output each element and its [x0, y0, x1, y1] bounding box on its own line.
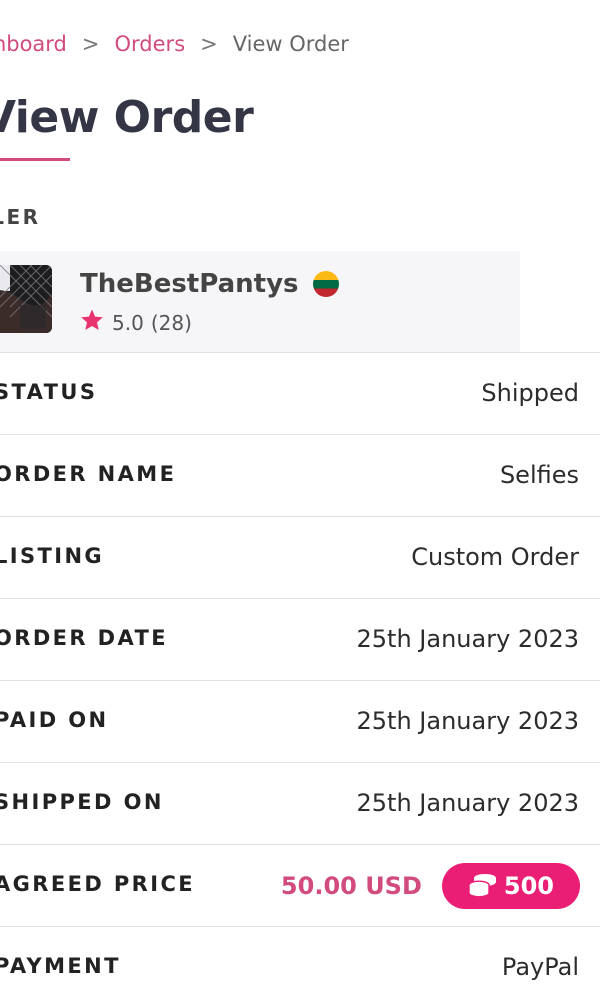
status-label: STATUS [0, 380, 98, 404]
star-icon [80, 309, 104, 337]
page-title: View Order [0, 92, 254, 143]
breadcrumb-separator: > [81, 32, 100, 56]
breadcrumb-separator: > [200, 32, 218, 56]
order-date-label: ORDER DATE [0, 626, 169, 650]
detail-row-payment: PAYMENT PayPal [0, 926, 600, 997]
payment-label: PAYMENT [0, 954, 121, 978]
price-usd: 50.00 USD [280, 872, 422, 900]
status-value: Shipped [481, 379, 579, 407]
shipped-on-value: 25th January 2023 [356, 789, 579, 817]
order-date-value: 25th January 2023 [356, 625, 579, 653]
detail-row-listing: LISTING Custom Order [0, 516, 600, 598]
detail-row-order-name: ORDER NAME Selfies [0, 434, 600, 516]
seller-name-row: TheBestPantys [80, 269, 339, 299]
breadcrumb-dashboard-link[interactable]: shboard [0, 32, 67, 56]
seller-rating: 5.0 (28) [80, 309, 192, 337]
breadcrumb-orders-link[interactable]: Orders [115, 32, 186, 56]
order-details: STATUS Shipped ORDER NAME Selfies LISTIN… [0, 352, 600, 997]
title-underline [0, 158, 70, 161]
rating-count: (28) [150, 311, 192, 335]
payment-value: PayPal [501, 953, 579, 981]
order-name-label: ORDER NAME [0, 462, 177, 486]
rating-value: 5.0 [112, 311, 144, 335]
breadcrumb-current: View Order [232, 32, 349, 56]
agreed-price-label: AGREED PRICE [0, 872, 196, 896]
paid-on-label: PAID ON [0, 708, 109, 732]
detail-row-agreed-price: AGREED PRICE 50.00 USD 500 [0, 844, 600, 926]
detail-row-paid-on: PAID ON 25th January 2023 [0, 680, 600, 762]
avatar-photo [0, 265, 52, 333]
listing-label: LISTING [0, 544, 105, 568]
seller-avatar[interactable] [0, 265, 52, 333]
coin-amount: 500 [503, 872, 554, 900]
view-order-page: shboard > Orders > View Order View Order… [0, 0, 600, 997]
shipped-on-label: SHIPPED ON [0, 790, 164, 814]
order-name-value: Selfies [499, 461, 579, 489]
paid-on-value: 25th January 2023 [356, 707, 579, 735]
coins-icon [468, 874, 496, 898]
agreed-price-value: 50.00 USD 500 [281, 863, 580, 909]
seller-card[interactable]: TheBestPantys 5.0 (28) [0, 251, 520, 352]
detail-row-shipped-on: SHIPPED ON 25th January 2023 [0, 762, 600, 844]
detail-row-status: STATUS Shipped [0, 352, 600, 434]
seller-section-label: LLER [0, 205, 41, 229]
coin-price-badge: 500 [441, 863, 580, 909]
listing-value: Custom Order [411, 543, 579, 571]
breadcrumb: shboard > Orders > View Order [0, 30, 349, 58]
detail-row-order-date: ORDER DATE 25th January 2023 [0, 598, 600, 680]
lithuania-flag-icon [312, 271, 339, 297]
seller-name-link[interactable]: TheBestPantys [80, 269, 299, 299]
